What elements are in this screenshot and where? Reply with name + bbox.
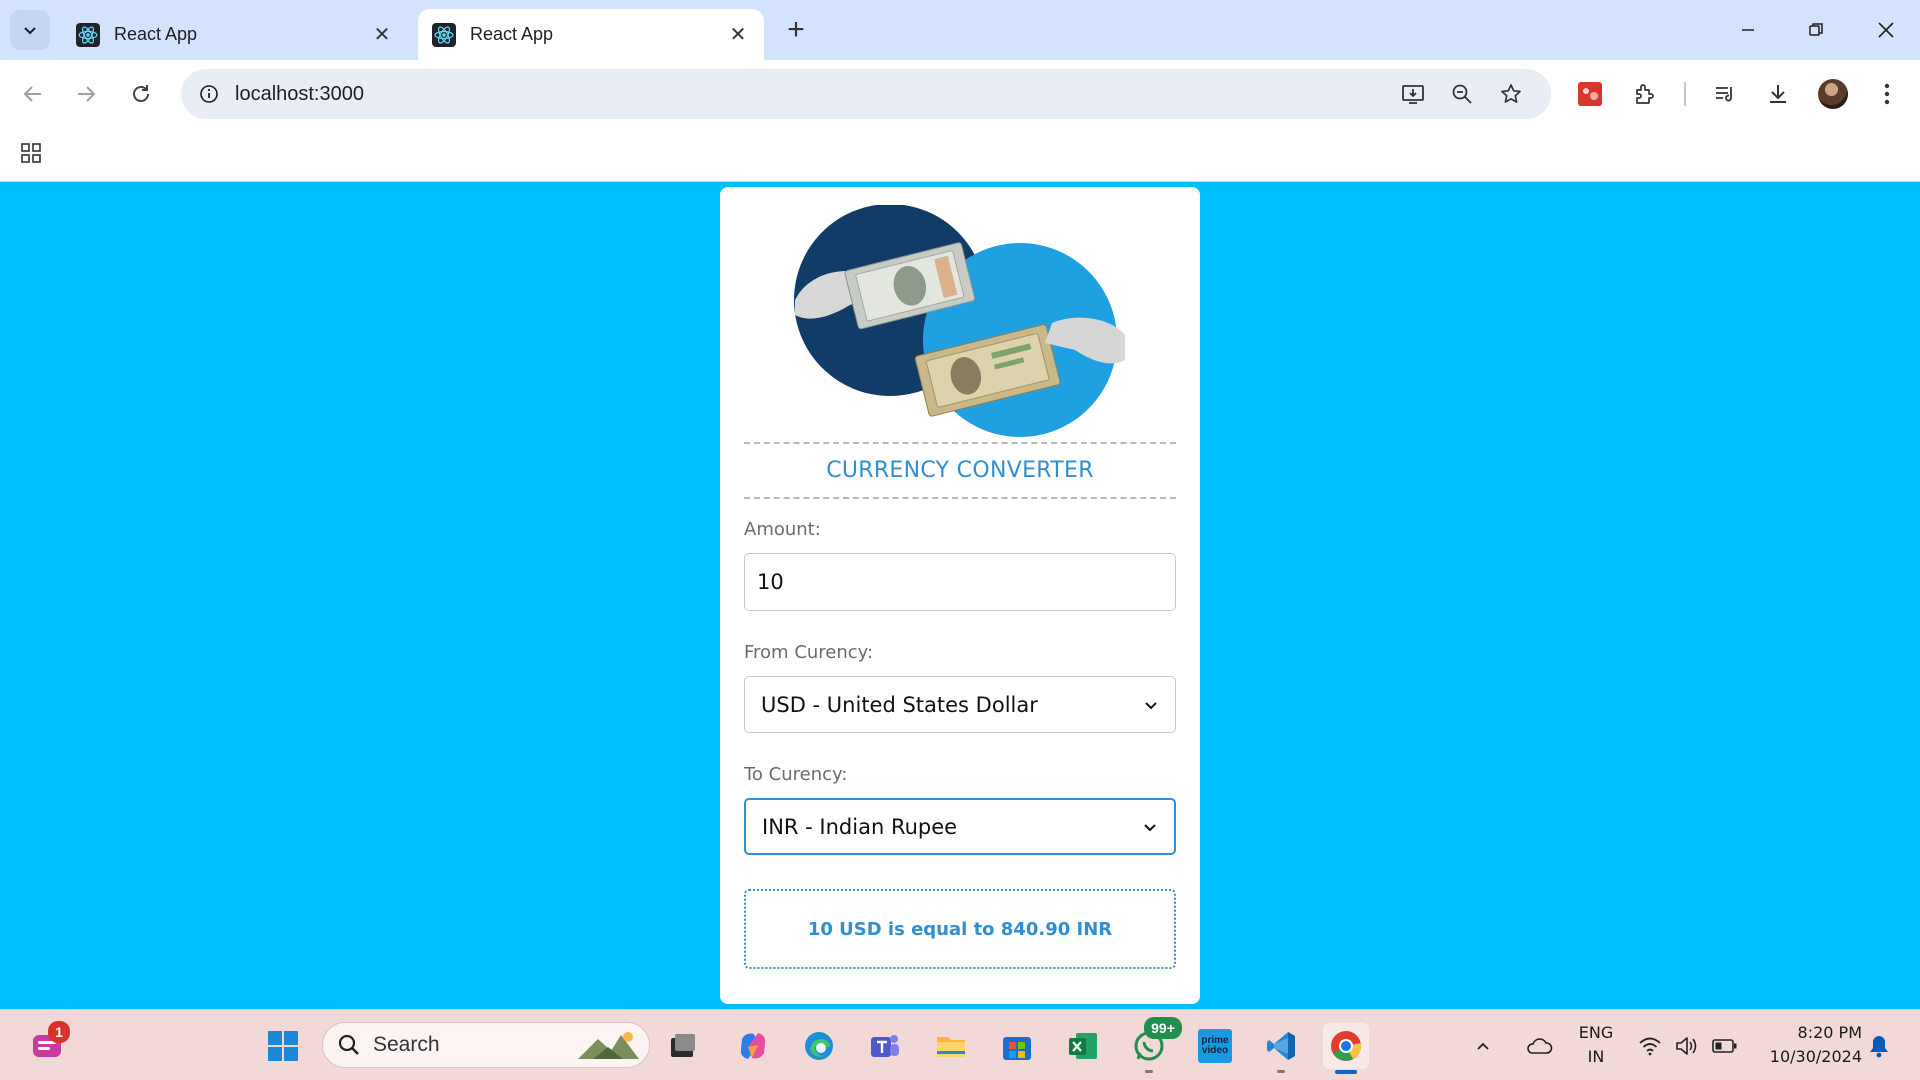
from-currency-select[interactable]: USD - United States Dollar (744, 676, 1176, 733)
bookmark-star-icon[interactable] (1493, 76, 1529, 112)
restore-button[interactable] (1796, 10, 1836, 50)
windows-logo-icon (268, 1031, 298, 1061)
tab-title: React App (114, 24, 198, 44)
media-controls-icon[interactable] (1705, 74, 1745, 114)
task-view-icon[interactable] (660, 1023, 706, 1069)
region-code: IN (1587, 1047, 1605, 1066)
teams-icon[interactable] (862, 1023, 908, 1069)
amount-input[interactable]: 10 (744, 553, 1176, 611)
chevron-down-icon (1144, 823, 1156, 831)
reload-icon (133, 85, 149, 102)
start-button[interactable] (260, 1023, 306, 1069)
profile-avatar[interactable] (1813, 74, 1853, 114)
conversion-result-text: 10 USD is equal to 840.90 INR (807, 918, 1113, 940)
downloads-icon[interactable] (1758, 74, 1798, 114)
chevron-up-icon (1477, 1042, 1489, 1050)
tab-title: React App (470, 24, 554, 44)
address-bar[interactable]: localhost:3000 (181, 69, 1551, 119)
chevron-down-icon (24, 27, 36, 35)
arrow-right-icon (78, 86, 96, 102)
avatar (1818, 79, 1848, 109)
minimize-button[interactable] (1728, 10, 1768, 50)
close-window-button[interactable] (1866, 10, 1906, 50)
chevron-down-icon (1145, 701, 1157, 709)
clock-time: 8:20 PM (1797, 1023, 1862, 1042)
close-tab-icon[interactable]: ✕ (726, 23, 750, 47)
copilot-app-icon[interactable]: 1 (24, 1021, 70, 1069)
excel-icon[interactable] (1060, 1023, 1106, 1069)
forward-button[interactable] (66, 74, 106, 114)
minimize-icon (1742, 29, 1754, 31)
from-currency-value: USD - United States Dollar (761, 692, 1038, 717)
to-currency-label: To Curency: (744, 764, 848, 785)
active-indicator (1335, 1070, 1357, 1074)
apps-grid-icon[interactable] (16, 138, 46, 168)
language-code: ENG (1578, 1023, 1614, 1042)
search-placeholder: Search (373, 1033, 440, 1056)
zoom-icon[interactable] (1444, 76, 1480, 112)
whatsapp-icon[interactable]: 99+ (1126, 1017, 1182, 1073)
battery-icon[interactable] (1708, 1023, 1742, 1069)
tab-react-app-1[interactable]: React App ✕ (62, 9, 408, 60)
install-app-icon[interactable] (1395, 76, 1431, 112)
windows-taskbar: 1 Search 99+ prime video ENG IN 8:20 PM … (0, 1009, 1920, 1080)
taskbar-search-box[interactable]: Search (322, 1022, 650, 1068)
url-text[interactable]: localhost:3000 (235, 83, 364, 106)
prime-video-label: prime video (1201, 1035, 1229, 1056)
extensions-puzzle-icon[interactable] (1625, 74, 1665, 114)
to-currency-value: INR - Indian Rupee (762, 814, 958, 839)
edge-icon[interactable] (796, 1023, 842, 1069)
back-button[interactable] (13, 74, 53, 114)
react-logo-icon (432, 22, 456, 47)
running-indicator (1277, 1070, 1285, 1073)
notification-badge: 99+ (1144, 1017, 1182, 1039)
toolbar-separator (1684, 82, 1686, 106)
search-icon (338, 1034, 359, 1055)
search-highlight-icon (578, 1032, 639, 1059)
chrome-icon[interactable] (1323, 1023, 1369, 1074)
to-currency-select[interactable]: INR - Indian Rupee (744, 798, 1176, 855)
restore-icon (1809, 23, 1823, 36)
app-title: CURRENCY CONVERTER (826, 458, 1094, 483)
arrow-left-icon (23, 86, 41, 102)
tab-strip: React App ✕ React App ✕ + (0, 0, 1920, 60)
page-viewport: CURRENCY CONVERTER Amount: 10 From Curen… (0, 183, 1920, 1009)
extension-red-icon[interactable] (1570, 74, 1610, 114)
tab-react-app-2[interactable]: React App ✕ (418, 9, 764, 60)
browser-toolbar: localhost:3000 (0, 60, 1920, 128)
tab-search-button[interactable] (10, 10, 50, 50)
currency-exchange-illustration (794, 205, 1125, 437)
react-logo-icon (76, 22, 100, 47)
file-explorer-icon[interactable] (928, 1023, 974, 1069)
running-indicator (1145, 1070, 1153, 1073)
from-currency-label: From Curency: (744, 642, 874, 663)
close-icon (1878, 22, 1894, 38)
close-tab-icon[interactable]: ✕ (370, 23, 394, 47)
converter-card: CURRENCY CONVERTER Amount: 10 From Curen… (720, 187, 1200, 1004)
clock-date: 10/30/2024 (1769, 1047, 1862, 1066)
notification-badge: 1 (48, 1021, 70, 1043)
show-hidden-icons-button[interactable] (1468, 1023, 1498, 1069)
app-title-box: CURRENCY CONVERTER (744, 442, 1176, 499)
volume-icon[interactable] (1670, 1023, 1704, 1069)
notification-bell-icon[interactable] (1862, 1023, 1896, 1069)
new-tab-button[interactable]: + (778, 12, 814, 48)
prime-video-icon[interactable]: prime video (1192, 1023, 1238, 1069)
amount-label: Amount: (744, 519, 821, 540)
site-info-icon[interactable] (191, 76, 227, 112)
bookmarks-bar (0, 128, 1920, 182)
reload-button[interactable] (121, 74, 161, 114)
copilot-icon[interactable] (730, 1023, 776, 1069)
wifi-icon[interactable] (1633, 1023, 1667, 1069)
microsoft-store-icon[interactable] (994, 1023, 1040, 1069)
more-menu-icon[interactable] (1867, 74, 1907, 114)
conversion-result-box: 10 USD is equal to 840.90 INR (744, 889, 1176, 969)
onedrive-cloud-icon[interactable] (1522, 1023, 1556, 1069)
vscode-icon[interactable] (1258, 1023, 1304, 1073)
